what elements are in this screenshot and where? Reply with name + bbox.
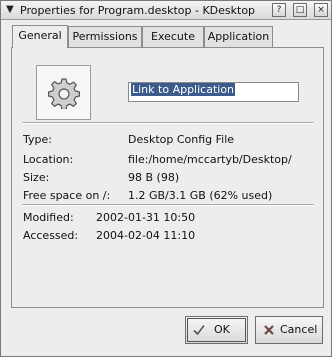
window-title: Properties for Program.desktop - KDeskto… xyxy=(20,4,256,17)
close-button[interactable]: × xyxy=(314,3,328,17)
accessed-value: 2004-02-04 11:10 xyxy=(96,229,196,242)
divider xyxy=(22,122,314,124)
cancel-button[interactable]: Cancel xyxy=(255,316,323,344)
help-button[interactable]: ? xyxy=(272,3,286,17)
accessed-label: Accessed: xyxy=(23,229,79,242)
location-value: file:/home/mccartyb/Desktop/ xyxy=(128,153,292,166)
cancel-button-label: Cancel xyxy=(280,323,318,336)
name-input[interactable]: Link to Application xyxy=(128,82,299,102)
gear-icon xyxy=(48,78,80,109)
modified-label: Modified: xyxy=(23,211,74,224)
modified-value: 2002-01-31 10:50 xyxy=(96,211,196,224)
tab-general[interactable]: General xyxy=(12,25,68,48)
checkmark-icon xyxy=(193,325,205,336)
free-space-value: 1.2 GB/3.1 GB (62% used) xyxy=(128,189,273,202)
name-input-value: Link to Application xyxy=(131,83,236,96)
tab-permissions[interactable]: Permissions xyxy=(68,26,142,47)
divider xyxy=(22,204,314,206)
icon-button[interactable] xyxy=(36,65,91,120)
tab-execute[interactable]: Execute xyxy=(142,26,204,47)
tab-permissions-label: Permissions xyxy=(72,30,138,43)
window-menu-icon[interactable]: ▼ xyxy=(3,3,17,17)
tab-application[interactable]: Application xyxy=(204,26,273,47)
tab-general-label: General xyxy=(18,29,62,42)
size-value: 98 B (98) xyxy=(128,171,180,184)
cancel-icon xyxy=(264,325,274,335)
ok-button[interactable]: OK xyxy=(185,316,248,344)
tab-application-label: Application xyxy=(207,30,270,43)
general-panel: Link to Application Type: Desktop Config… xyxy=(11,47,324,308)
type-label: Type: xyxy=(23,133,52,146)
free-space-label: Free space on /: xyxy=(23,189,111,202)
type-value: Desktop Config File xyxy=(128,133,235,146)
maximize-button[interactable]: □ xyxy=(293,3,307,17)
tab-execute-label: Execute xyxy=(151,30,195,43)
properties-dialog: ▼ Properties for Program.desktop - KDesk… xyxy=(0,0,332,357)
size-label: Size: xyxy=(23,171,50,184)
title-bar[interactable]: ▼ Properties for Program.desktop - KDesk… xyxy=(1,1,331,20)
ok-button-label: OK xyxy=(214,323,230,336)
location-label: Location: xyxy=(23,153,74,166)
